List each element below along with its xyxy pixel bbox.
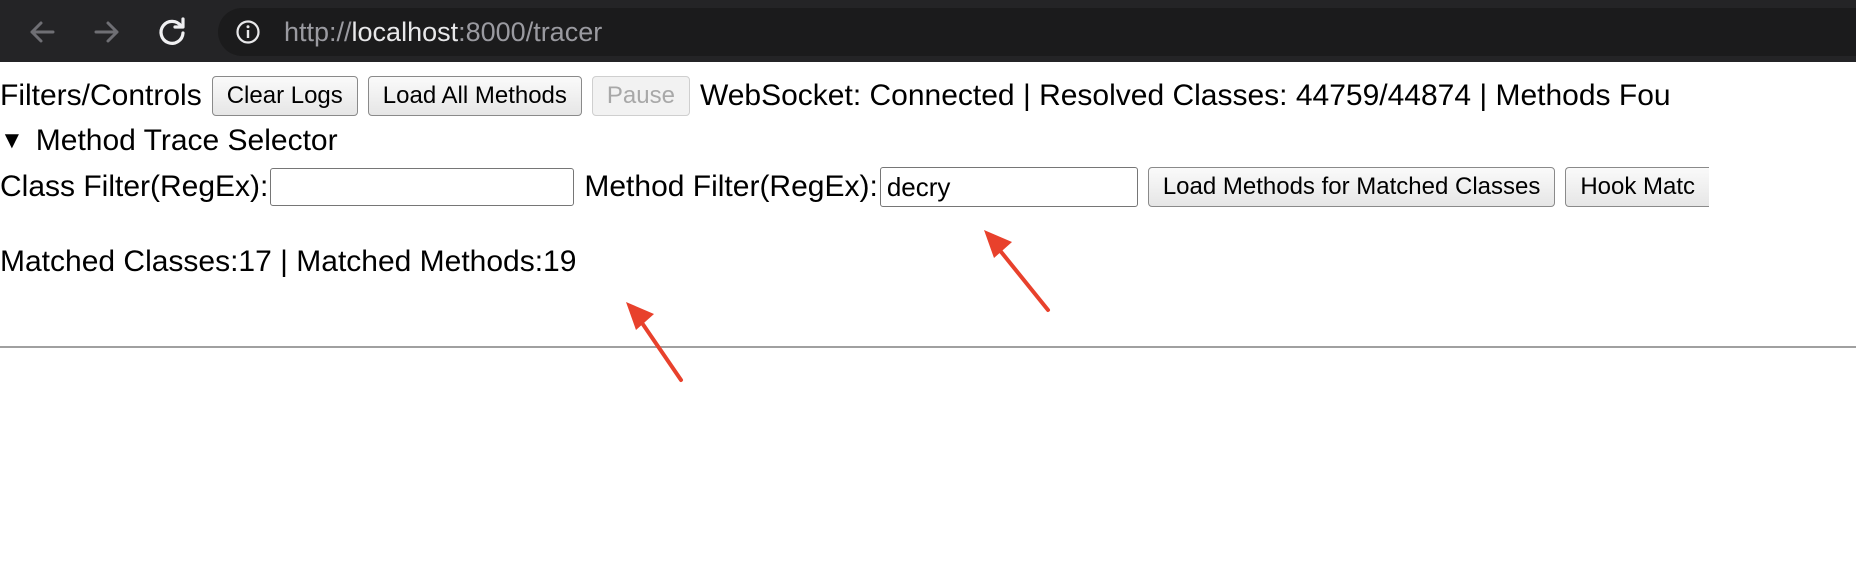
arrow-left-icon: [30, 21, 55, 43]
pause-button[interactable]: Pause: [591, 76, 690, 116]
page-content: Filters/Controls Clear Logs Load All Met…: [0, 62, 1856, 570]
method-filter-label: Method Filter(RegEx):: [584, 170, 878, 203]
url-path: :8000/tracer: [458, 17, 603, 47]
annotation-arrow-icon: [626, 302, 683, 382]
url-scheme: http://: [284, 17, 352, 47]
load-all-methods-button[interactable]: Load All Methods: [367, 76, 582, 116]
url-host: localhost: [351, 17, 459, 47]
back-button[interactable]: [22, 12, 62, 52]
hook-matched-button[interactable]: Hook Matc: [1565, 167, 1710, 207]
forward-button[interactable]: [87, 12, 127, 52]
browser-toolbar: http://localhost:8000/tracer: [0, 0, 1856, 62]
class-filter-input[interactable]: [270, 168, 575, 206]
annotation-arrow-icon: [984, 230, 1050, 312]
class-filter-label: Class Filter(RegEx):: [0, 170, 269, 203]
selector-summary-label: Method Trace Selector: [35, 124, 338, 157]
divider: [0, 346, 1856, 348]
controls-row: Filters/Controls Clear Logs Load All Met…: [0, 74, 1671, 118]
load-methods-matched-button[interactable]: Load Methods for Matched Classes: [1147, 167, 1556, 207]
reload-icon: [159, 17, 185, 45]
controls-title: Filters/Controls: [0, 79, 202, 112]
filters-row: Class Filter(RegEx): Method Filter(RegEx…: [0, 164, 1710, 210]
reload-button[interactable]: [152, 12, 192, 52]
status-text: WebSocket: Connected | Resolved Classes:…: [699, 79, 1671, 112]
clear-logs-button[interactable]: Clear Logs: [211, 76, 358, 116]
disclosure-triangle-icon[interactable]: ▼: [0, 127, 24, 155]
arrow-right-icon: [94, 21, 119, 43]
matched-counts-text: Matched Classes:17 | Matched Methods:19: [0, 245, 577, 278]
info-icon[interactable]: [236, 20, 260, 44]
url-text[interactable]: http://localhost:8000/tracer: [284, 16, 602, 48]
address-bar[interactable]: http://localhost:8000/tracer: [218, 8, 1856, 56]
method-filter-input[interactable]: [879, 167, 1138, 207]
matched-summary: Matched Classes:17 | Matched Methods:19: [0, 240, 576, 284]
method-trace-selector-summary[interactable]: ▼ Method Trace Selector: [0, 120, 338, 162]
